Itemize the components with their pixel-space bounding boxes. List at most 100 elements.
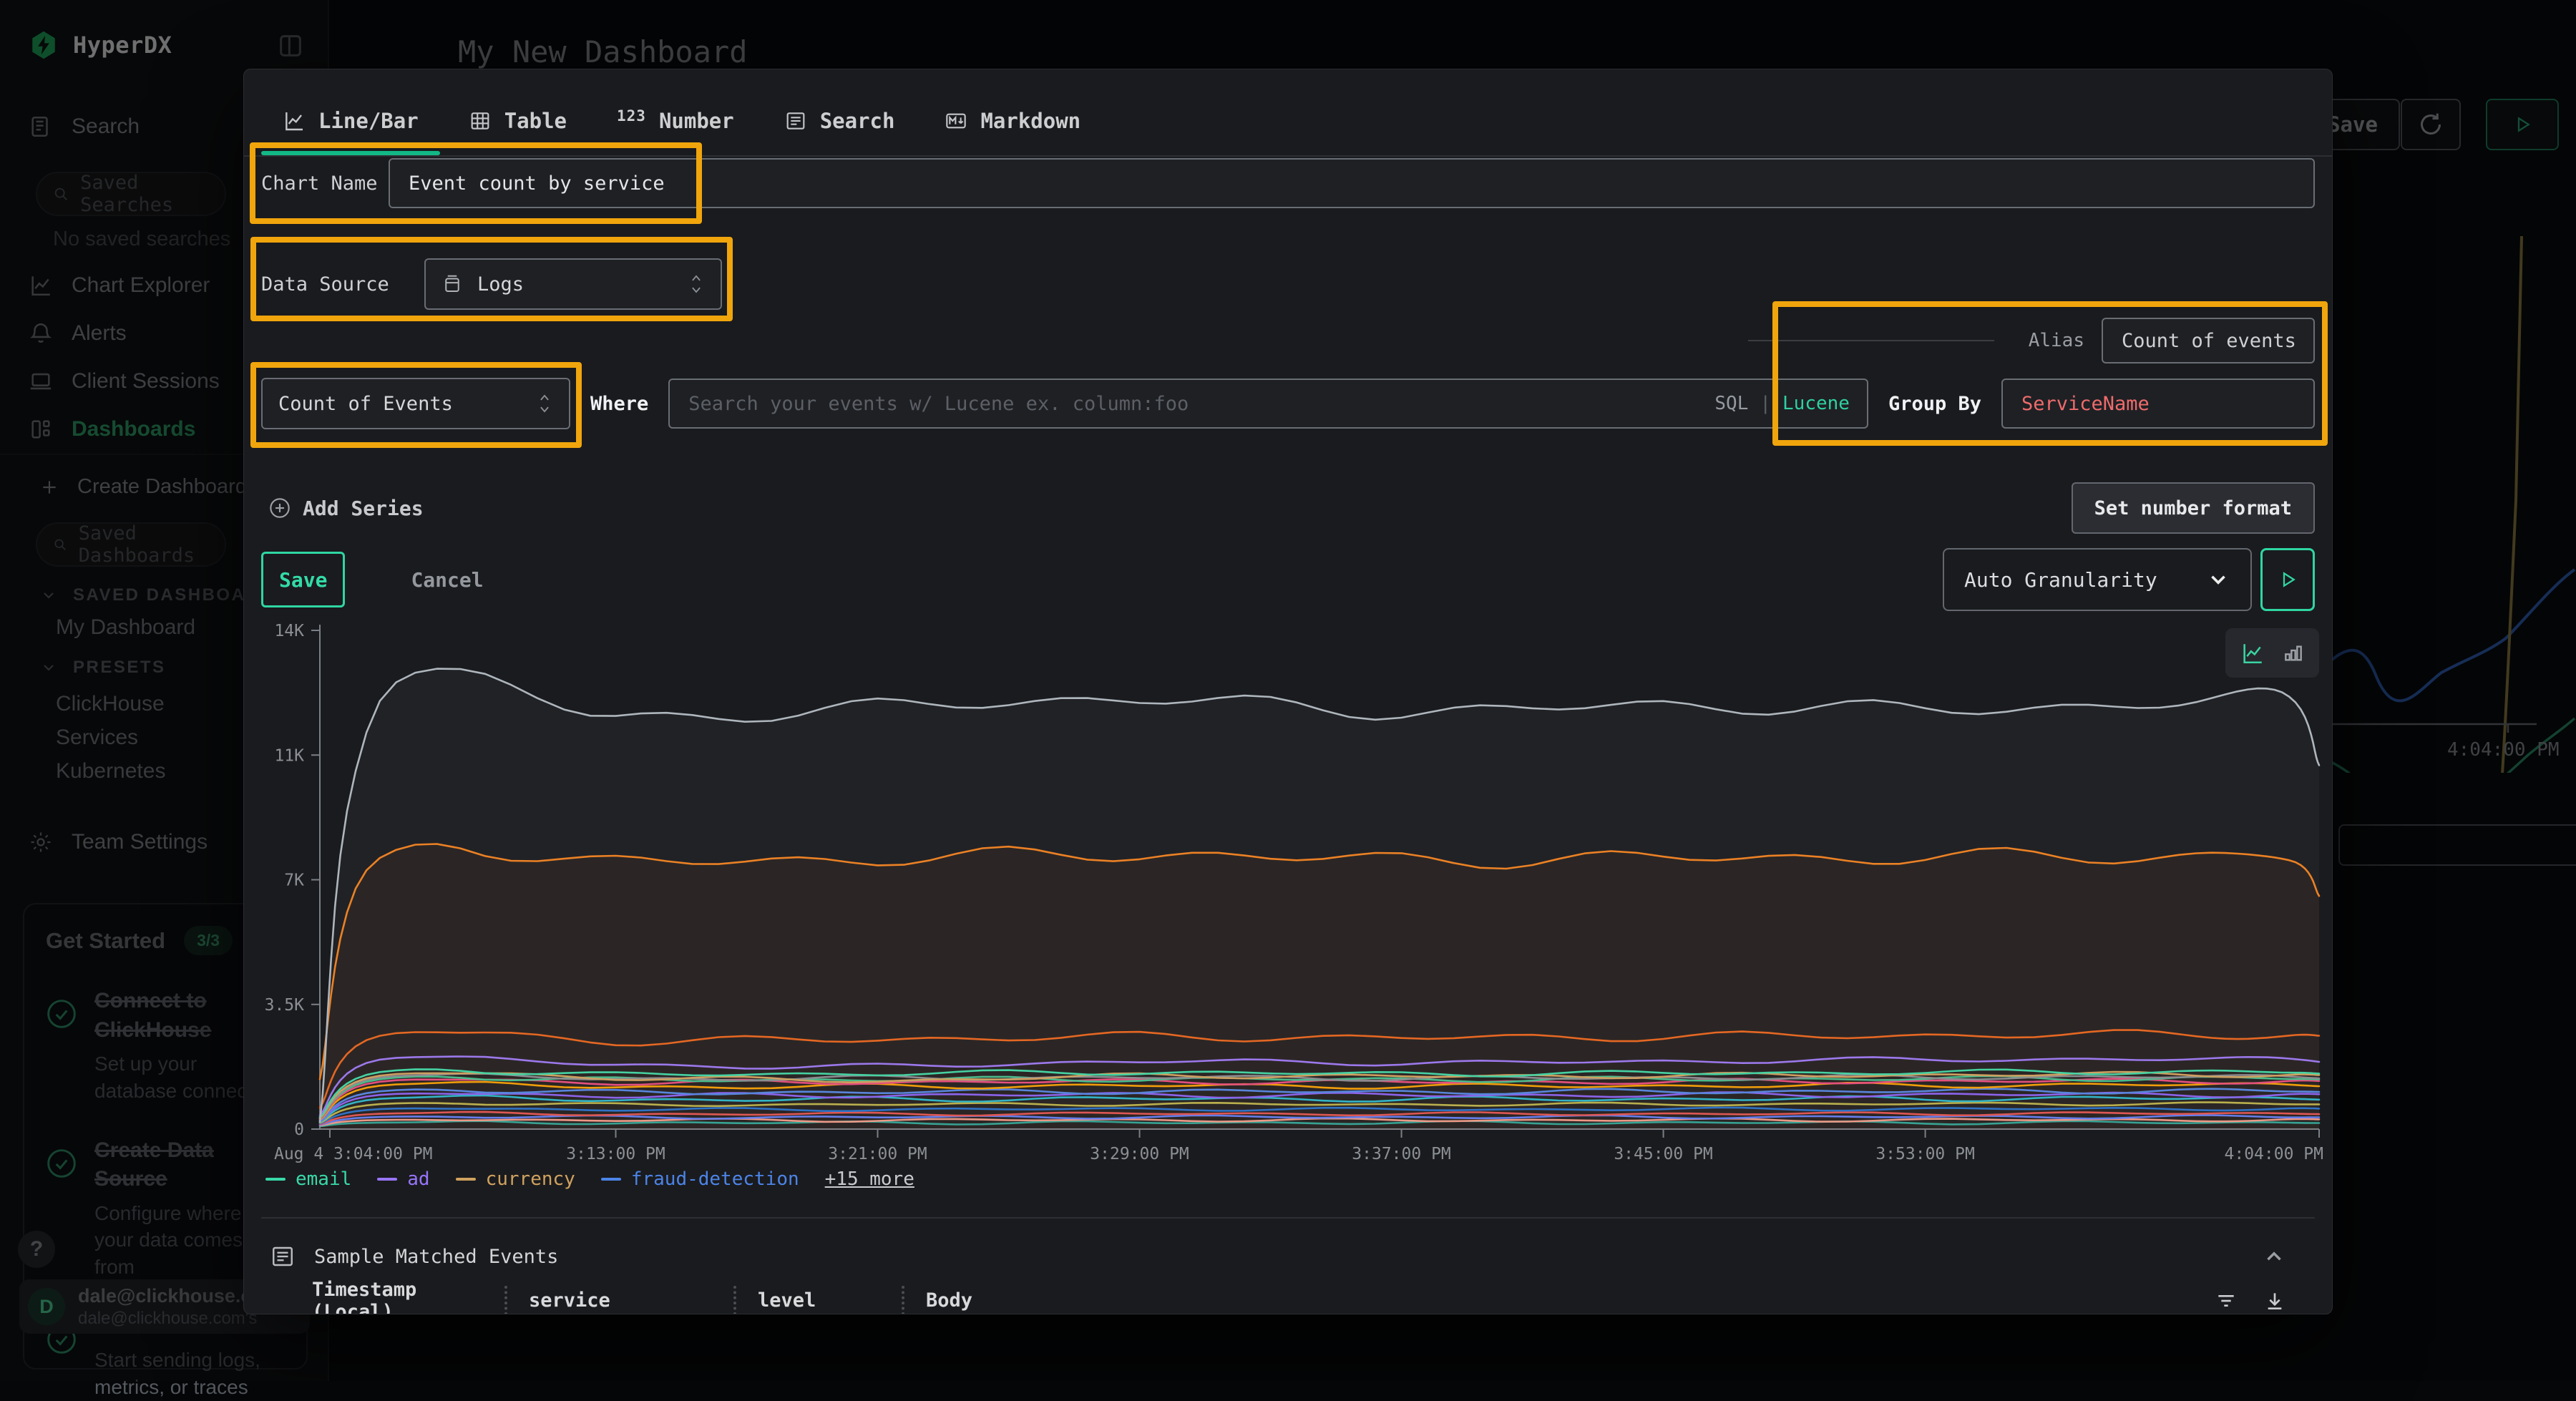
legend-label: email xyxy=(296,1168,351,1190)
chart-editor-modal: Line/Bar Table 123 Number Search Markdow… xyxy=(243,69,2333,1314)
tab-line-bar[interactable]: Line/Bar xyxy=(261,88,440,154)
chart-legend: email ad currency fraud-detection +15 mo… xyxy=(265,1164,914,1194)
svg-text:3:53:00 PM: 3:53:00 PM xyxy=(1875,1145,1974,1163)
legend-swatch xyxy=(265,1178,286,1181)
sql-toggle[interactable]: SQL xyxy=(1714,393,1748,414)
svg-text:3.5K: 3.5K xyxy=(265,996,305,1015)
chart-name-row: Chart Name xyxy=(261,158,2315,208)
query-language-toggle: SQL | Lucene xyxy=(1714,393,1850,414)
group-by-label: Group By xyxy=(1888,393,1981,415)
column-header-level[interactable]: level xyxy=(733,1286,902,1314)
number-123-icon: 123 xyxy=(617,107,646,125)
bar-chart-icon[interactable] xyxy=(2282,642,2305,665)
legend-item-email[interactable]: email xyxy=(265,1168,351,1190)
svg-text:11K: 11K xyxy=(274,746,304,765)
column-header-body[interactable]: Body xyxy=(902,1286,1188,1314)
svg-text:0: 0 xyxy=(294,1121,304,1139)
legend-swatch xyxy=(456,1178,476,1181)
set-number-format-button[interactable]: Set number format xyxy=(2072,482,2315,534)
legend-label: ad xyxy=(407,1168,429,1190)
tab-label: Number xyxy=(659,109,734,133)
svg-text:Aug 4 3:04:00 PM: Aug 4 3:04:00 PM xyxy=(274,1145,433,1163)
add-series-label: Add Series xyxy=(303,497,424,520)
sample-events-title: Sample Matched Events xyxy=(314,1246,558,1268)
tab-markdown[interactable]: Markdown xyxy=(923,88,1102,154)
database-icon xyxy=(441,273,463,295)
legend-swatch xyxy=(601,1178,621,1181)
legend-swatch xyxy=(377,1178,397,1181)
alias-row: Alias xyxy=(1748,317,2315,364)
alias-label: Alias xyxy=(2029,330,2084,351)
svg-text:7K: 7K xyxy=(284,872,304,890)
legend-item-fraud-detection[interactable]: fraud-detection xyxy=(601,1168,799,1190)
data-source-label: Data Source xyxy=(261,273,424,296)
save-row: Save Cancel Auto Granularity xyxy=(261,547,2315,612)
tab-search[interactable]: Search xyxy=(763,88,917,154)
aggregation-select[interactable]: Count of Events xyxy=(261,378,570,429)
chart-name-input[interactable] xyxy=(389,158,2315,208)
column-header-service[interactable]: service xyxy=(504,1286,733,1314)
series-chart[interactable]: 0 3.5K 7K 11K 14K Aug 4 3:04:00 PM 3:13:00 PM 3… xyxy=(258,619,2326,1184)
select-chevrons-icon xyxy=(536,391,553,416)
where-input-wrap: SQL | Lucene xyxy=(668,379,1868,429)
legend-item-currency[interactable]: currency xyxy=(456,1168,575,1190)
legend-label: currency xyxy=(486,1168,575,1190)
where-label: Where xyxy=(590,393,648,415)
run-query-button[interactable] xyxy=(2260,548,2315,611)
toggle-separator: | xyxy=(1760,393,1771,414)
tab-number[interactable]: 123 Number xyxy=(595,88,756,154)
chevron-down-icon xyxy=(2206,567,2230,592)
svg-text:4:04:00 PM: 4:04:00 PM xyxy=(2225,1145,2323,1163)
legend-label: fraud-detection xyxy=(631,1168,799,1190)
svg-text:14K: 14K xyxy=(274,622,304,640)
where-search-input[interactable] xyxy=(668,379,1868,429)
line-chart-icon[interactable] xyxy=(2240,641,2265,665)
download-icon[interactable] xyxy=(2263,1289,2286,1312)
tab-label: Markdown xyxy=(980,109,1080,133)
event-list-icon xyxy=(784,109,807,132)
alias-input[interactable] xyxy=(2102,318,2315,363)
chevron-up-icon[interactable] xyxy=(2262,1244,2286,1269)
section-divider xyxy=(261,1217,2315,1219)
markdown-icon xyxy=(945,109,967,132)
chart-style-toggle xyxy=(2225,628,2319,678)
data-source-value: Logs xyxy=(477,273,524,296)
sample-events-header: Sample Matched Events xyxy=(270,1239,2315,1274)
tabs-divider xyxy=(244,155,2332,157)
svg-text:3:21:00 PM: 3:21:00 PM xyxy=(828,1145,927,1163)
legend-more-link[interactable]: +15 more xyxy=(825,1168,914,1190)
filter-icon[interactable] xyxy=(2215,1289,2238,1312)
aggregation-value: Count of Events xyxy=(278,393,453,415)
series-actions-row: Add Series Set number format xyxy=(268,482,2315,534)
svg-text:3:37:00 PM: 3:37:00 PM xyxy=(1352,1145,1450,1163)
sample-events-table-header: Timestamp (Local) service level Body xyxy=(261,1286,2315,1314)
legend-item-ad[interactable]: ad xyxy=(377,1168,429,1190)
event-list-icon xyxy=(270,1244,296,1269)
chart-name-label: Chart Name xyxy=(261,172,389,195)
data-source-select[interactable]: Logs xyxy=(424,258,722,310)
svg-text:3:29:00 PM: 3:29:00 PM xyxy=(1090,1145,1189,1163)
alias-divider xyxy=(1748,340,1994,341)
tab-label: Line/Bar xyxy=(318,109,419,133)
tab-label: Search xyxy=(820,109,895,133)
play-icon xyxy=(2277,569,2298,590)
lucene-toggle[interactable]: Lucene xyxy=(1782,393,1850,414)
tab-label: Table xyxy=(504,109,567,133)
tab-table[interactable]: Table xyxy=(447,88,588,154)
granularity-select[interactable]: Auto Granularity xyxy=(1943,548,2252,611)
column-header-timestamp[interactable]: Timestamp (Local) xyxy=(261,1286,504,1314)
series-row: Count of Events Where SQL | Lucene Group… xyxy=(261,377,2315,430)
chart-type-tabs: Line/Bar Table 123 Number Search Markdow… xyxy=(261,88,1102,154)
table-icon xyxy=(469,109,492,132)
svg-text:3:45:00 PM: 3:45:00 PM xyxy=(1614,1145,1712,1163)
group-by-input[interactable] xyxy=(2001,379,2315,429)
granularity-value: Auto Granularity xyxy=(1964,568,2157,592)
cancel-button[interactable]: Cancel xyxy=(411,568,483,592)
add-series-button[interactable]: Add Series xyxy=(268,497,424,520)
plus-circle-icon xyxy=(268,497,291,519)
save-button[interactable]: Save xyxy=(261,552,345,607)
data-source-row: Data Source Logs xyxy=(261,257,722,311)
line-chart-icon xyxy=(283,109,306,132)
select-chevrons-icon xyxy=(688,272,705,296)
svg-text:3:13:00 PM: 3:13:00 PM xyxy=(566,1145,665,1163)
